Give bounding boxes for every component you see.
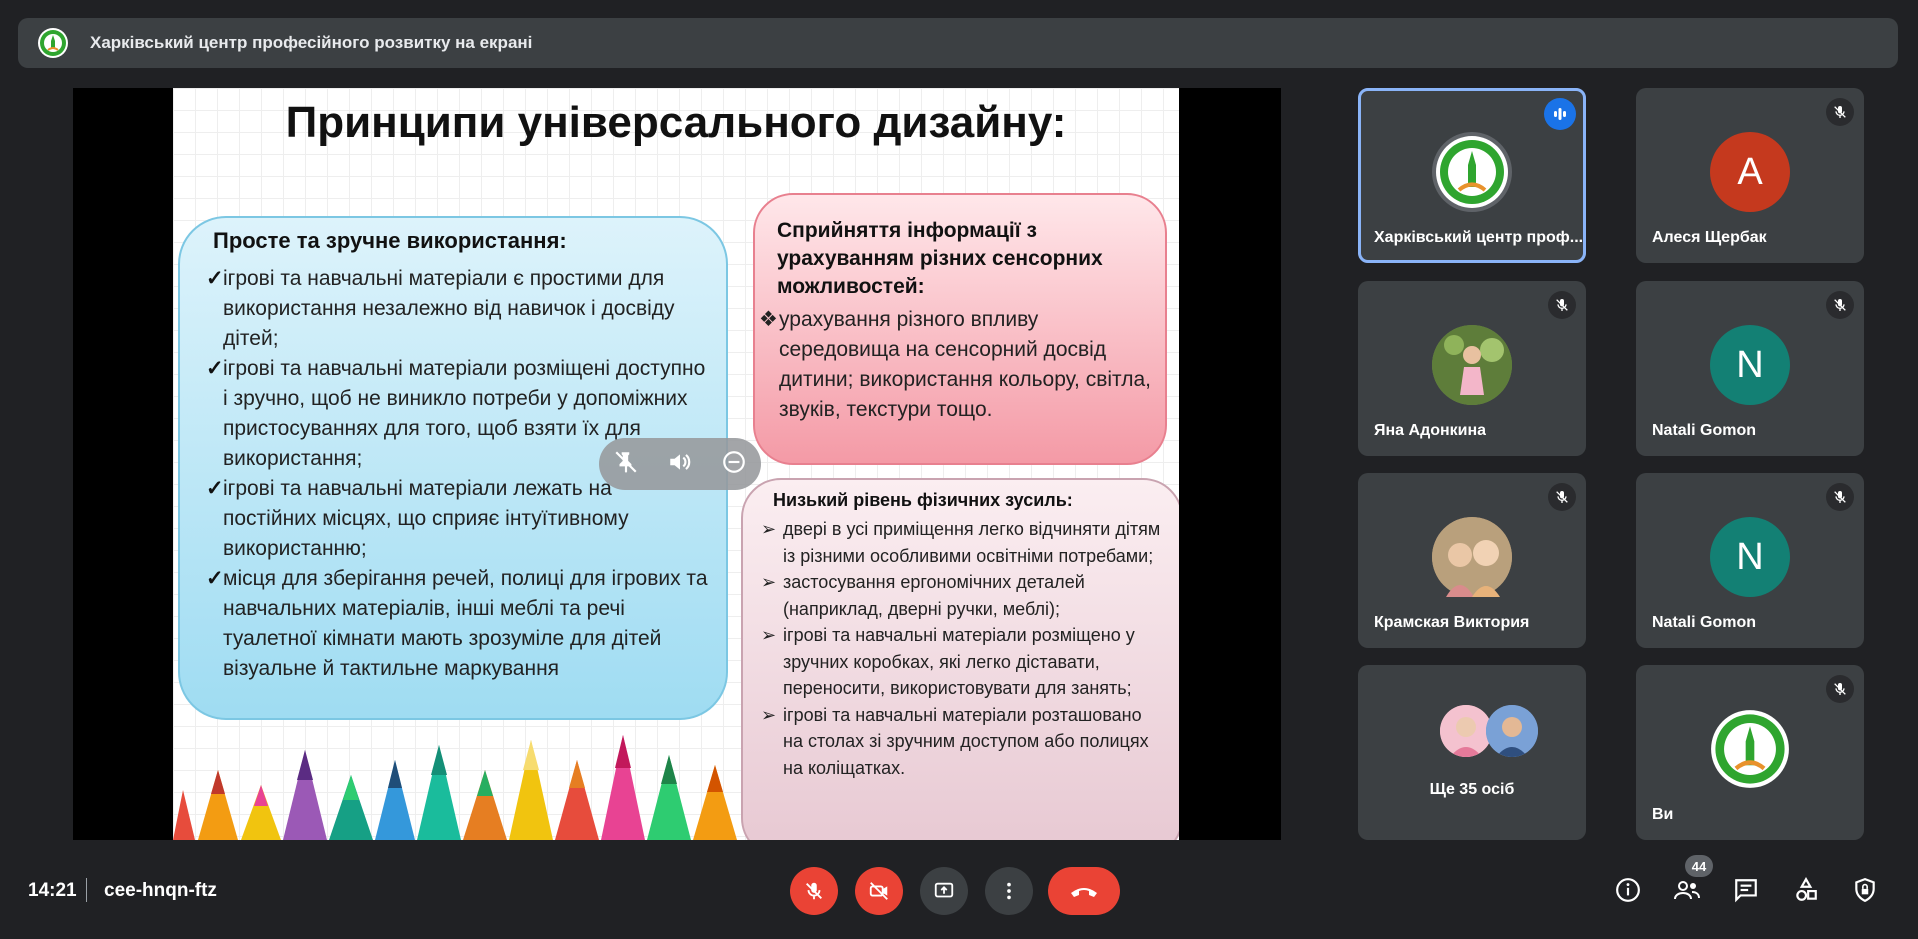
principle-sensory-box: Сприйняття інформації з урахуванням різн…: [753, 193, 1167, 465]
participant-tile-self[interactable]: Ви: [1636, 665, 1864, 840]
presenter-banner: Харківський центр професійного розвитку …: [18, 18, 1898, 68]
arrow-bullet-icon: ➢: [761, 625, 777, 645]
participant-tile[interactable]: N Natali Gomon: [1636, 473, 1864, 648]
avatar: N: [1710, 325, 1790, 405]
more-participants-tile[interactable]: Ще 35 осіб: [1358, 665, 1586, 840]
list-item: ✓ ігрові та навчальні матеріали є простим…: [206, 264, 711, 354]
list-item: ➢ ігрові та навчальні матеріали розташова…: [761, 702, 1161, 782]
mic-off-icon: [1826, 483, 1854, 511]
avatar-photo: [1486, 705, 1538, 757]
participant-name: Ви: [1652, 806, 1674, 823]
arrow-bullet-icon: ➢: [761, 572, 777, 592]
principle-sensory-text: ❖ урахування різного впливу середовища на…: [759, 305, 1151, 425]
info-icon[interactable]: [1612, 874, 1644, 906]
list-item: ✓ місця для зберігання речей, полиці для …: [206, 564, 711, 684]
current-time: 14:21: [28, 880, 77, 901]
more-options-button[interactable]: [985, 867, 1033, 915]
mic-off-icon: [1826, 291, 1854, 319]
unpin-icon[interactable]: [613, 449, 639, 480]
check-icon: ✓: [206, 477, 224, 500]
participant-name: Крамская Виктория: [1374, 614, 1530, 631]
slide-title: Принципи універсального дизайну:: [285, 98, 1067, 147]
participant-tile[interactable]: Крамская Виктория: [1358, 473, 1586, 648]
more-participants-label: Ще 35 осіб: [1429, 781, 1515, 798]
check-icon: ✓: [206, 567, 224, 590]
participant-name: Natali Gomon: [1652, 422, 1757, 439]
check-icon: ✓: [206, 357, 224, 380]
avatar: N: [1710, 517, 1790, 597]
list-item: ➢ ігрові та навчальні матеріали розміщено…: [761, 622, 1161, 702]
avatar: А: [1710, 132, 1790, 212]
divider: [86, 878, 87, 902]
avatar: [1432, 132, 1512, 212]
principle-sensory-heading: Сприйняття інформації з урахуванням різн…: [777, 219, 1103, 298]
leave-call-button[interactable]: [1048, 867, 1120, 915]
camera-off-button[interactable]: [855, 867, 903, 915]
tile-overlay-controls: [599, 438, 761, 490]
pencils-illustration: [173, 735, 737, 840]
org-logo-icon: [38, 28, 68, 58]
list-item: ➢ застосування ергономічних деталей (напр…: [761, 569, 1161, 622]
chat-icon[interactable]: [1730, 874, 1762, 906]
participant-tile[interactable]: А Алеся Щербак: [1636, 88, 1864, 263]
mic-off-icon: [1548, 291, 1576, 319]
list-item: ➢ двері в усі приміщення легко відчиняти …: [761, 516, 1161, 569]
host-controls-icon[interactable]: [1849, 874, 1881, 906]
people-icon[interactable]: [1671, 874, 1703, 906]
participant-tile[interactable]: Яна Адонкина: [1358, 281, 1586, 456]
participant-tile[interactable]: Харківський центр проф...: [1358, 88, 1586, 263]
presenter-banner-title: Харківський центр професійного розвитку …: [90, 33, 533, 52]
volume-icon[interactable]: [667, 449, 693, 480]
participant-name: Харківський центр проф...: [1374, 229, 1584, 246]
remove-icon[interactable]: [721, 449, 747, 480]
participant-name: Алеся Щербак: [1652, 229, 1767, 246]
present-button[interactable]: [920, 867, 968, 915]
activities-icon[interactable]: [1790, 874, 1822, 906]
check-icon: ✓: [206, 267, 224, 290]
speaking-indicator-icon: [1544, 98, 1576, 130]
mic-off-icon: [1548, 483, 1576, 511]
bottom-control-bar: 14:21 cee-hnqn-ftz 44: [0, 855, 1918, 920]
mic-off-icon: [1826, 675, 1854, 703]
shared-screen[interactable]: Принципи універсального дизайну: Просте …: [73, 88, 1281, 840]
mic-off-icon: [1826, 98, 1854, 126]
meeting-code: cee-hnqn-ftz: [104, 880, 217, 901]
participant-tile[interactable]: N Natali Gomon: [1636, 281, 1864, 456]
diamond-bullet-icon: ❖: [759, 308, 778, 331]
principle-low-effort-heading: Низький рівень фізичних зусиль:: [773, 490, 1073, 510]
principle-simple-use-heading: Просте та зручне використання:: [213, 228, 567, 253]
avatar-photo: [1440, 705, 1492, 757]
participant-name: Natali Gomon: [1652, 614, 1757, 631]
arrow-bullet-icon: ➢: [761, 519, 777, 539]
avatar-photo: [1432, 517, 1512, 597]
principle-low-effort-box: Низький рівень фізичних зусиль: ➢ двері в…: [741, 478, 1179, 840]
avatar-photo: [1432, 325, 1512, 405]
mic-off-button[interactable]: [790, 867, 838, 915]
avatar: [1710, 709, 1790, 789]
participant-name: Яна Адонкина: [1374, 422, 1487, 439]
arrow-bullet-icon: ➢: [761, 704, 777, 725]
